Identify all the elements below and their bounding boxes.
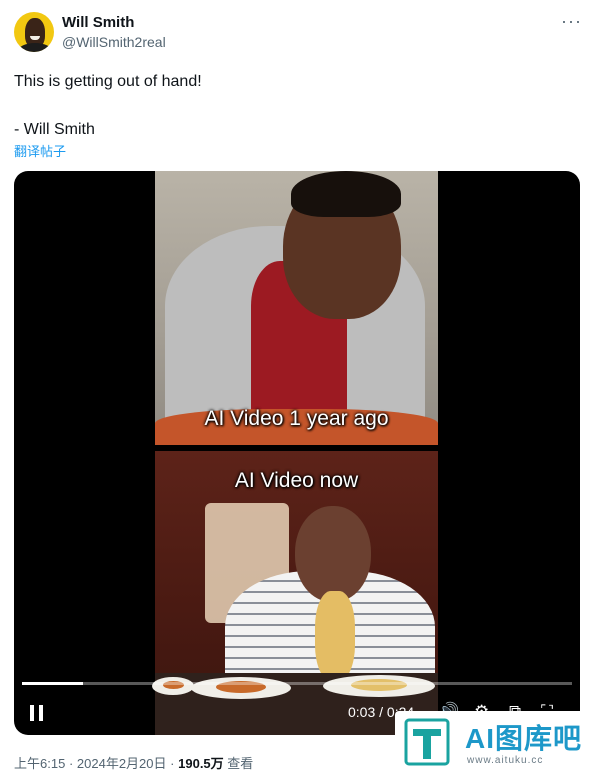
meta-dot: · xyxy=(68,756,74,771)
caption-bottom: AI Video now xyxy=(234,469,359,492)
view-count: 190.5万 xyxy=(178,756,224,771)
side-plate xyxy=(152,677,194,695)
pasta-shape xyxy=(315,591,355,681)
video-player[interactable]: AI Video 1 year ago AI Video now 0:03 / … xyxy=(14,171,580,735)
watermark-url: www.aituku.cc xyxy=(467,755,544,766)
post-time[interactable]: 上午6:15 xyxy=(14,756,65,771)
meta-dot: · xyxy=(170,756,175,771)
pause-icon xyxy=(39,705,43,721)
current-time: 0:03 xyxy=(348,704,376,720)
tweet-line-1: This is getting out of hand! xyxy=(14,73,202,90)
watermark-badge: AI图库吧 www.aituku.cc xyxy=(395,711,591,773)
time-separator: / xyxy=(379,704,384,720)
tweet-text: This is getting out of hand! - Will Smit… xyxy=(14,70,202,142)
pause-icon xyxy=(30,705,34,721)
translate-post-link[interactable]: 翻译帖子 xyxy=(14,141,66,160)
more-dots-icon[interactable]: ··· xyxy=(561,12,582,30)
video-frame: AI Video 1 year ago AI Video now xyxy=(155,171,438,735)
post-date[interactable]: 2024年2月20日 xyxy=(77,756,167,771)
plate-shape xyxy=(323,675,435,697)
progress-fill xyxy=(22,682,83,685)
tweet-meta: 上午6:15 · 2024年2月20日 · 190.5万 查看 xyxy=(14,753,253,772)
avatar[interactable] xyxy=(14,12,54,52)
video-panel-bottom: AI Video now xyxy=(155,451,438,735)
caption-top: AI Video 1 year ago xyxy=(204,407,389,430)
plate-shape xyxy=(191,677,291,699)
watermark-text: AI图库吧 xyxy=(465,723,583,754)
pause-button[interactable] xyxy=(30,705,44,721)
avatar-shoulders xyxy=(18,43,52,52)
video-panel-top: AI Video 1 year ago xyxy=(155,171,438,445)
head-shape xyxy=(295,506,371,602)
author-handle[interactable]: @WillSmith2real xyxy=(62,34,166,50)
progress-bar[interactable] xyxy=(22,682,572,685)
hair-shape xyxy=(291,171,401,217)
views-label: 查看 xyxy=(227,756,254,771)
tweet-line-2: - Will Smith xyxy=(14,121,95,138)
watermark-logo-icon xyxy=(404,718,450,766)
tweet-header: Will Smith @WillSmith2real ··· xyxy=(14,10,582,56)
author-name[interactable]: Will Smith xyxy=(62,14,134,31)
